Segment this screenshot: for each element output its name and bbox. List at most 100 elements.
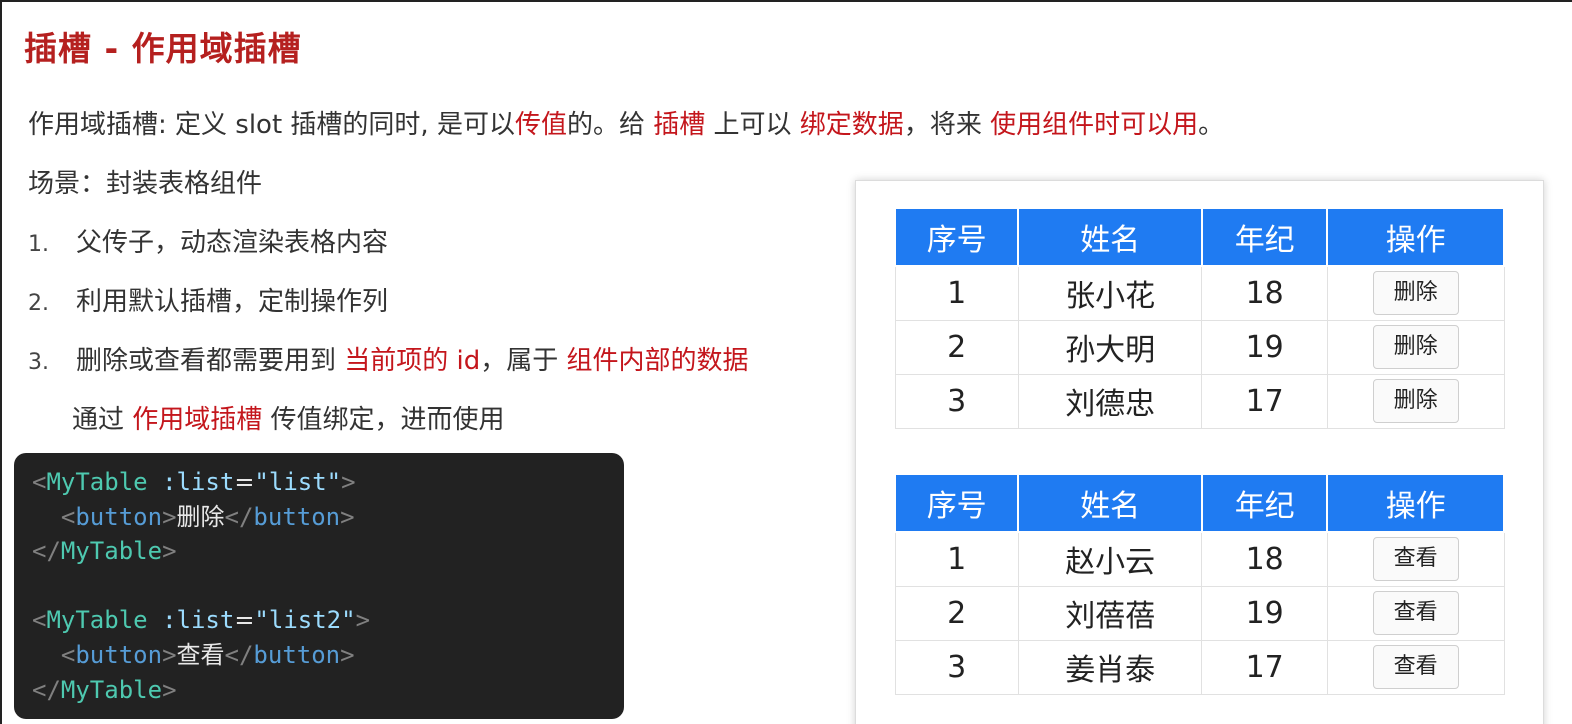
- table-cell-age: 19: [1201, 319, 1328, 375]
- list-item-highlight: 组件内部的数据: [566, 346, 749, 376]
- page-title: 插槽 - 作用域插槽: [24, 29, 302, 68]
- table-cell-name: 刘蓓蓓: [1017, 585, 1203, 641]
- list-item-continuation: 通过 作用域插槽 传值绑定，进而使用: [72, 399, 505, 436]
- table-header-cell: 操作: [1326, 207, 1505, 267]
- table-cell-name: 姜肖泰: [1017, 639, 1203, 695]
- table-header-cell: 操作: [1326, 473, 1505, 533]
- intro-paragraph: 作用域插槽: 定义 slot 插槽的同时, 是可以传值的。给 插槽 上可以 绑定…: [28, 104, 1224, 141]
- table-cell-action: 删除: [1326, 373, 1505, 429]
- view-button[interactable]: 查看: [1372, 591, 1459, 635]
- intro-text: 。: [1198, 110, 1225, 140]
- data-table-delete: 序号 姓名 年纪 操作 1 张小花 18 删除 2 孙大明 19 删除 3 刘德…: [893, 207, 1505, 429]
- intro-highlight: 传值: [514, 110, 567, 140]
- table-cell-action: 查看: [1326, 531, 1505, 587]
- code-tag: MyTable: [60, 537, 163, 566]
- code-tag: MyTable: [46, 606, 148, 635]
- intro-text: 上可以: [705, 110, 800, 140]
- list-item-number: 3.: [28, 350, 49, 375]
- code-tag: MyTable: [46, 468, 148, 496]
- table-row: 1 张小花 18 删除: [894, 265, 1505, 321]
- code-line: <button>删除</button>: [32, 500, 606, 535]
- table-row: 1 赵小云 18 查看: [894, 531, 1505, 587]
- table-row: 3 刘德忠 17 删除: [894, 373, 1505, 429]
- code-line: </MyTable>: [32, 673, 606, 708]
- table-cell-age: 17: [1201, 639, 1328, 695]
- table-cell-id: 3: [894, 639, 1019, 695]
- code-punct: >: [162, 675, 177, 704]
- code-text: 删除: [176, 502, 225, 531]
- table-header-row: 序号 姓名 年纪 操作: [893, 207, 1505, 267]
- intro-highlight: 插槽: [653, 110, 706, 140]
- code-punct: <: [60, 640, 76, 669]
- table-cell-age: 18: [1201, 531, 1328, 587]
- delete-button[interactable]: 删除: [1372, 325, 1459, 369]
- list-item-text: 通过: [72, 405, 133, 435]
- list-item-text: 利用默认插槽，定制操作列: [76, 287, 389, 317]
- data-table-view: 序号 姓名 年纪 操作 1 赵小云 18 查看 2 刘蓓蓓 19 查看 3 姜肖…: [893, 473, 1505, 695]
- table-row: 3 姜肖泰 17 查看: [894, 639, 1505, 695]
- list-item-text: 父传子，动态渲染表格内容: [76, 228, 389, 258]
- table-cell-age: 19: [1201, 585, 1328, 641]
- code-punct: <: [60, 502, 76, 531]
- table-header-cell: 年纪: [1200, 207, 1329, 267]
- code-line: <MyTable :list="list">: [32, 465, 606, 500]
- table-row: 2 刘蓓蓓 19 查看: [894, 585, 1505, 641]
- code-punct: >: [162, 640, 177, 669]
- code-punct: =: [234, 468, 255, 496]
- delete-button[interactable]: 删除: [1372, 271, 1459, 316]
- table-cell-id: 1: [894, 531, 1019, 587]
- code-punct: =: [234, 606, 255, 635]
- table-cell-age: 17: [1201, 373, 1328, 429]
- list-item-number: 2.: [28, 291, 49, 316]
- table-cell-name: 刘德忠: [1017, 373, 1203, 429]
- table-cell-id: 1: [894, 265, 1019, 321]
- list-item-highlight: 作用域插槽: [132, 405, 263, 435]
- table-cell-name: 孙大明: [1017, 319, 1203, 375]
- code-tag: MyTable: [60, 675, 163, 704]
- code-punct: >: [355, 606, 371, 635]
- code-punct: >: [340, 640, 355, 669]
- code-tag: button: [75, 502, 163, 531]
- intro-highlight: 绑定数据: [799, 110, 904, 140]
- table-cell-action: 查看: [1326, 639, 1505, 695]
- table-header-cell: 序号: [893, 473, 1020, 533]
- code-attr: :list: [162, 606, 235, 635]
- code-punct: >: [162, 502, 177, 531]
- table-header-cell: 年纪: [1200, 473, 1329, 533]
- list-item: 1. 父传子，动态渲染表格内容: [28, 222, 388, 259]
- code-punct: </: [32, 537, 61, 566]
- intro-text: 的。给: [566, 110, 654, 140]
- table-cell-age: 18: [1201, 265, 1328, 321]
- code-punct: </: [224, 640, 254, 669]
- table-header-cell: 姓名: [1017, 473, 1203, 533]
- code-tag: button: [253, 640, 341, 669]
- code-punct: >: [341, 468, 356, 496]
- list-item-text: ，属于: [480, 346, 567, 376]
- table-cell-name: 赵小云: [1017, 531, 1203, 587]
- code-punct: <: [32, 468, 47, 496]
- view-button[interactable]: 查看: [1372, 537, 1459, 582]
- code-punct: >: [162, 537, 177, 566]
- code-attr: :list: [162, 468, 235, 496]
- intro-text: 作用域插槽: 定义 slot 插槽的同时, 是可以: [28, 110, 515, 140]
- table-header-cell: 姓名: [1017, 207, 1203, 267]
- table-cell-id: 2: [894, 319, 1019, 375]
- code-line: </MyTable>: [32, 534, 606, 569]
- intro-highlight: 使用组件时可以用: [990, 110, 1199, 140]
- code-line: <MyTable :list="list2">: [32, 603, 606, 638]
- delete-button[interactable]: 删除: [1372, 379, 1459, 423]
- code-text: 查看: [176, 640, 225, 669]
- table-cell-action: 查看: [1326, 585, 1505, 641]
- code-string: "list": [254, 468, 342, 496]
- view-button[interactable]: 查看: [1372, 645, 1459, 689]
- list-item-number: 1.: [28, 232, 49, 257]
- code-punct: </: [224, 502, 254, 531]
- list-item: 2. 利用默认插槽，定制操作列: [28, 281, 388, 318]
- list-item-text: 删除或查看都需要用到: [76, 346, 345, 376]
- code-string: "list2": [254, 606, 356, 635]
- code-line: <button>查看</button>: [32, 638, 606, 673]
- list-item-highlight: 当前项的 id: [344, 346, 481, 376]
- table-cell-action: 删除: [1326, 265, 1505, 321]
- list-item-text: 传值绑定，进而使用: [262, 405, 505, 435]
- demo-panel: 序号 姓名 年纪 操作 1 张小花 18 删除 2 孙大明 19 删除 3 刘德…: [855, 180, 1544, 724]
